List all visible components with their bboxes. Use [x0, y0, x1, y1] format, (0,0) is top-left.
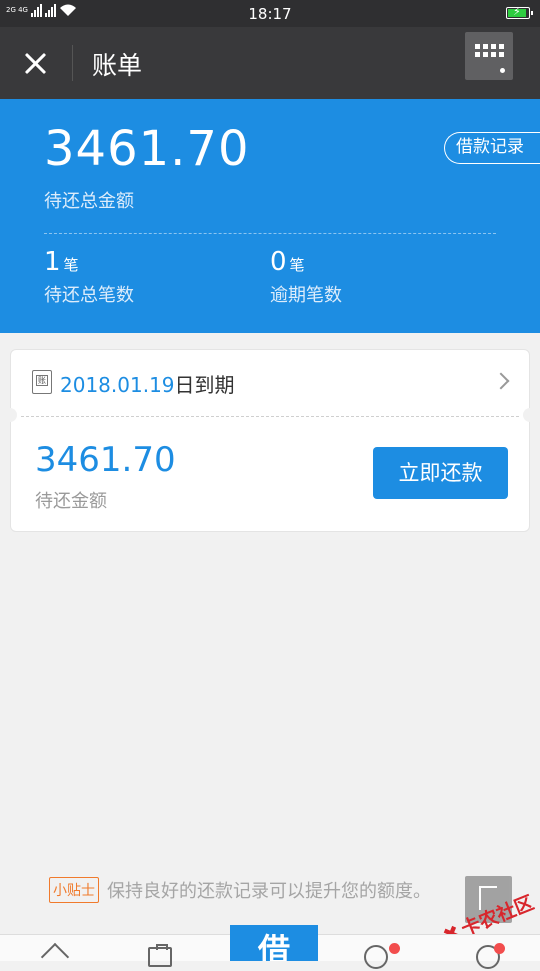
battery-icon: ⚡	[506, 5, 533, 19]
page-title: 账单	[92, 51, 143, 80]
pending-count-stat: 1笔 待还总笔数	[44, 247, 134, 307]
overdue-count-label: 逾期笔数	[270, 285, 342, 306]
pending-count-label: 待还总笔数	[44, 285, 134, 306]
repay-now-button[interactable]: 立即还款	[373, 447, 508, 499]
status-bar: 2G 4G 18:17 ⚡	[0, 0, 540, 27]
card-divider	[21, 416, 519, 417]
bill-amount-label: 待还金额	[35, 491, 107, 512]
clock: 18:17	[248, 5, 292, 23]
close-button[interactable]	[20, 49, 50, 79]
nav-borrow-button[interactable]: 借	[230, 925, 318, 961]
loan-history-button[interactable]: 借款记录	[444, 132, 540, 164]
card-notch-right	[523, 408, 537, 422]
total-amount-label: 待还总金额	[44, 191, 134, 212]
pending-count-unit: 笔	[63, 256, 79, 274]
overdue-count: 0	[270, 247, 287, 277]
bill-due-row[interactable]: 账 2018.01.19日到期	[11, 350, 531, 414]
menu-dot-icon	[500, 68, 505, 73]
due-date-value: 2018.01.19	[60, 373, 175, 397]
overdue-count-unit: 笔	[289, 256, 305, 274]
pending-count: 1	[44, 247, 61, 277]
tip-bar: 小贴士 保持良好的还款记录可以提升您的额度。	[49, 877, 431, 903]
summary-divider	[44, 233, 496, 234]
overdue-count-stat: 0笔 逾期笔数	[270, 247, 342, 307]
bottom-nav: 借	[0, 925, 540, 969]
grid-icon	[475, 44, 504, 57]
profile-notification-dot	[494, 943, 505, 954]
card-notch-left	[3, 408, 17, 422]
nav-bill-icon[interactable]	[148, 944, 172, 967]
bill-card: 账 2018.01.19日到期 3461.70 待还金额 立即还款	[3, 349, 537, 532]
nav-home-icon[interactable]	[42, 945, 68, 965]
bill-amount: 3461.70	[35, 440, 176, 480]
bill-summary: 3461.70 待还总金额 借款记录 1笔 待还总笔数 0笔 逾期笔数	[0, 99, 540, 333]
discover-notification-dot	[389, 943, 400, 954]
due-date-suffix: 日到期	[174, 373, 235, 397]
total-amount: 3461.70	[44, 121, 250, 177]
tip-badge: 小贴士	[49, 877, 99, 903]
bill-icon: 账	[32, 370, 52, 394]
bill-icon-char: 账	[38, 376, 46, 385]
menu-button[interactable]	[465, 32, 513, 80]
nav-discover-icon[interactable]	[364, 945, 388, 969]
header-divider	[72, 45, 73, 81]
chevron-right-icon	[492, 372, 510, 390]
app-header: 账单	[0, 27, 540, 99]
due-date: 2018.01.19日到期	[60, 369, 235, 398]
tip-text: 保持良好的还款记录可以提升您的额度。	[107, 881, 431, 902]
